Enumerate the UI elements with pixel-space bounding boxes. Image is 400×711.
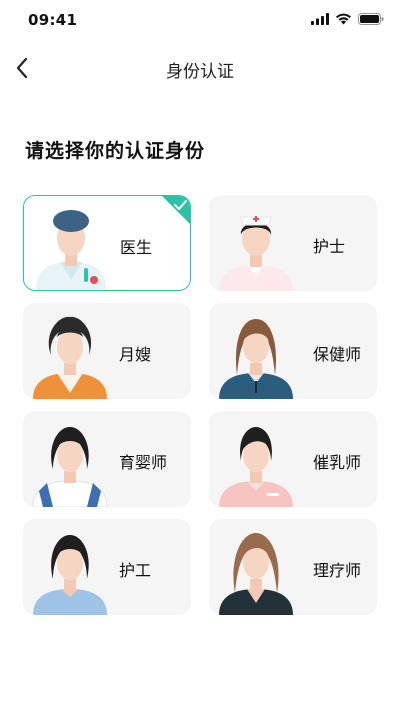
role-card-caregiver[interactable]: 护工 [23, 519, 191, 615]
status-time: 09:41 [28, 11, 78, 29]
role-card-nanny[interactable]: 育婴师 [23, 411, 191, 507]
nav-bar: 身份认证 [0, 44, 400, 92]
caregiver-avatar-icon [33, 535, 107, 615]
page-title: 身份认证 [166, 62, 234, 82]
role-card-health-care-worker[interactable]: 保健师 [209, 303, 377, 399]
role-card-maternity-matron[interactable]: 月嫂 [23, 303, 191, 399]
status-bar: 09:41 [0, 0, 400, 44]
role-label: 医生 [120, 238, 153, 257]
role-label: 理疗师 [313, 561, 362, 580]
role-card-nurse[interactable]: 护士 [209, 195, 377, 291]
status-icons [311, 13, 384, 25]
role-card-physiotherapist[interactable]: 理疗师 [209, 519, 377, 615]
doctor-avatar-icon [36, 210, 106, 290]
section-heading: 请选择你的认证身份 [25, 140, 206, 162]
maternity-matron-avatar-icon [33, 316, 107, 399]
role-card-doctor[interactable]: 医生 [23, 195, 191, 291]
role-label: 催乳师 [313, 453, 362, 472]
wifi-icon [336, 13, 351, 25]
nurse-avatar-icon [219, 216, 293, 291]
role-label: 护工 [119, 561, 152, 580]
role-label: 保健师 [313, 345, 362, 364]
lactation-consultant-avatar-icon [219, 427, 293, 507]
role-card-lactation-consultant[interactable]: 催乳师 [209, 411, 377, 507]
health-care-worker-avatar-icon [219, 319, 293, 399]
role-label: 育婴师 [119, 453, 168, 472]
role-label: 护士 [313, 237, 346, 256]
check-icon [162, 196, 190, 224]
physiotherapist-avatar-icon [219, 533, 293, 615]
nanny-avatar-icon [32, 427, 108, 507]
signal-icon [311, 13, 329, 25]
role-label: 月嫂 [119, 345, 152, 364]
battery-icon [358, 13, 384, 25]
